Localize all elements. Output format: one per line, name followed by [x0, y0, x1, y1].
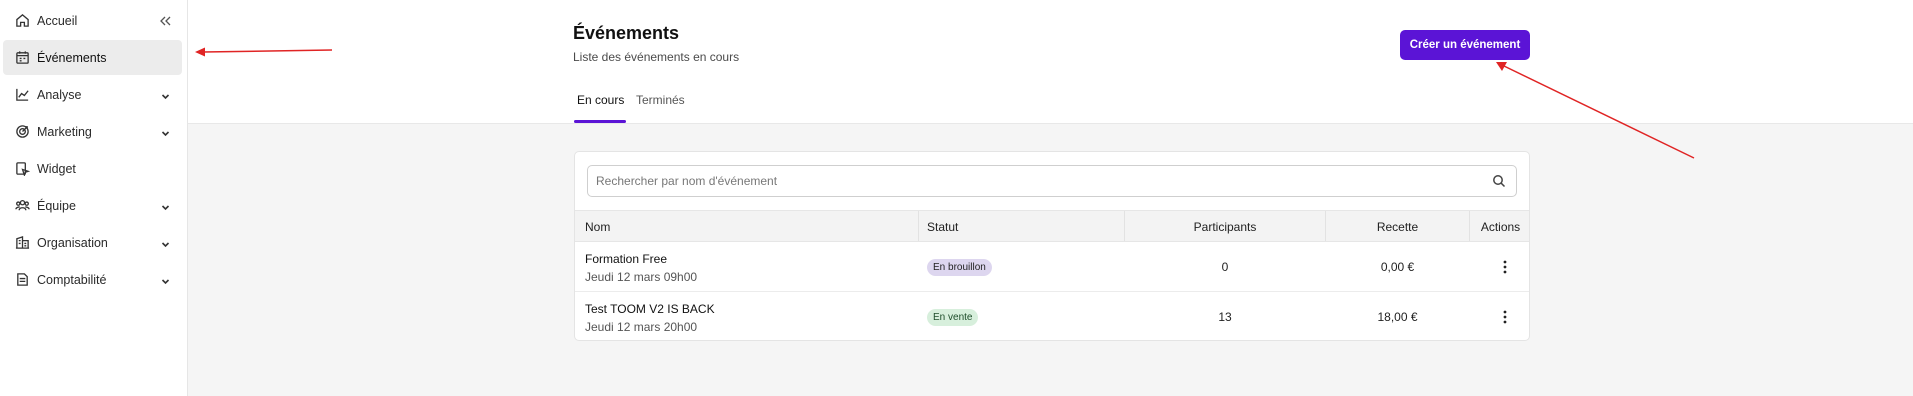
revenue-value: 0,00 €: [1380, 260, 1415, 274]
table-row[interactable]: Test TOOM V2 IS BACK Jeudi 12 mars 20h00…: [575, 293, 1529, 340]
status-badge: En vente: [927, 309, 979, 326]
sidebar-item-analyse[interactable]: Analyse: [3, 77, 182, 112]
sidebar-item-label: Organisation: [37, 235, 108, 250]
chart-line-icon: [14, 87, 30, 103]
more-actions-icon[interactable]: [1500, 259, 1510, 275]
event-date: Jeudi 12 mars 20h00: [585, 320, 698, 334]
revenue-value: 18,00 €: [1377, 310, 1418, 324]
event-name[interactable]: Formation Free: [585, 252, 667, 266]
tab-en-cours[interactable]: En cours: [577, 93, 624, 107]
sidebar-item-marketing[interactable]: Marketing: [3, 114, 182, 149]
chevron-down-icon: [161, 275, 170, 285]
sidebar-item-comptabilite[interactable]: Comptabilité: [3, 262, 182, 297]
sidebar-item-label: Comptabilité: [37, 272, 107, 287]
participants-count: 0: [1221, 260, 1229, 274]
sidebar-item-evenements[interactable]: Événements: [3, 40, 182, 75]
events-card: Nom Statut Participants Recette Actions …: [574, 151, 1530, 341]
building-icon: [14, 235, 30, 251]
column-header-participants: Participants: [1193, 220, 1257, 234]
event-date: Jeudi 12 mars 09h00: [585, 270, 698, 284]
more-actions-icon[interactable]: [1500, 309, 1510, 325]
sidebar-item-label: Équipe: [37, 198, 76, 213]
status-badge: En brouillon: [927, 259, 992, 276]
sidebar: Accueil Événements Analyse Marketing Wid…: [0, 0, 188, 396]
search-input[interactable]: [588, 166, 1478, 196]
chevron-down-icon: [161, 90, 170, 100]
page-subtitle: Liste des événements en cours: [573, 50, 740, 64]
calendar-icon: [14, 50, 30, 66]
sidebar-item-label: Widget: [37, 161, 76, 176]
widget-icon: [14, 161, 30, 177]
column-header-recette: Recette: [1376, 220, 1419, 234]
participants-count: 13: [1218, 310, 1232, 324]
sidebar-item-organisation[interactable]: Organisation: [3, 225, 182, 260]
home-icon: [14, 13, 30, 29]
sidebar-item-label: Événements: [37, 50, 107, 65]
create-event-button[interactable]: Créer un événement: [1400, 30, 1530, 60]
search-icon[interactable]: [1492, 174, 1506, 188]
sidebar-item-label: Marketing: [37, 124, 92, 139]
tab-termines[interactable]: Terminés: [636, 93, 685, 107]
table-header: Nom Statut Participants Recette Actions: [575, 210, 1529, 242]
active-tab-indicator: [574, 120, 626, 123]
target-icon: [14, 124, 30, 140]
page-header: Événements Liste des événements en cours…: [188, 0, 1913, 124]
document-icon: [14, 272, 30, 288]
column-header-actions: Actions: [1480, 220, 1521, 234]
column-header-statut: Statut: [927, 220, 959, 234]
sidebar-item-label: Accueil: [37, 13, 78, 28]
chevron-down-icon: [161, 127, 170, 137]
table-row[interactable]: Formation Free Jeudi 12 mars 09h00 En br…: [575, 243, 1529, 292]
page-title: Événements: [573, 23, 680, 43]
sidebar-item-widget[interactable]: Widget: [3, 151, 182, 186]
column-header-nom: Nom: [585, 220, 611, 234]
chevron-down-icon: [161, 201, 170, 211]
column-divider: [918, 211, 919, 241]
sidebar-item-accueil[interactable]: Accueil: [3, 3, 182, 38]
sidebar-item-label: Analyse: [37, 87, 82, 102]
chevron-down-icon: [161, 238, 170, 248]
event-name[interactable]: Test TOOM V2 IS BACK: [585, 302, 715, 316]
sidebar-item-equipe[interactable]: Équipe: [3, 188, 182, 223]
team-icon: [14, 198, 30, 214]
search-box: [587, 165, 1517, 197]
